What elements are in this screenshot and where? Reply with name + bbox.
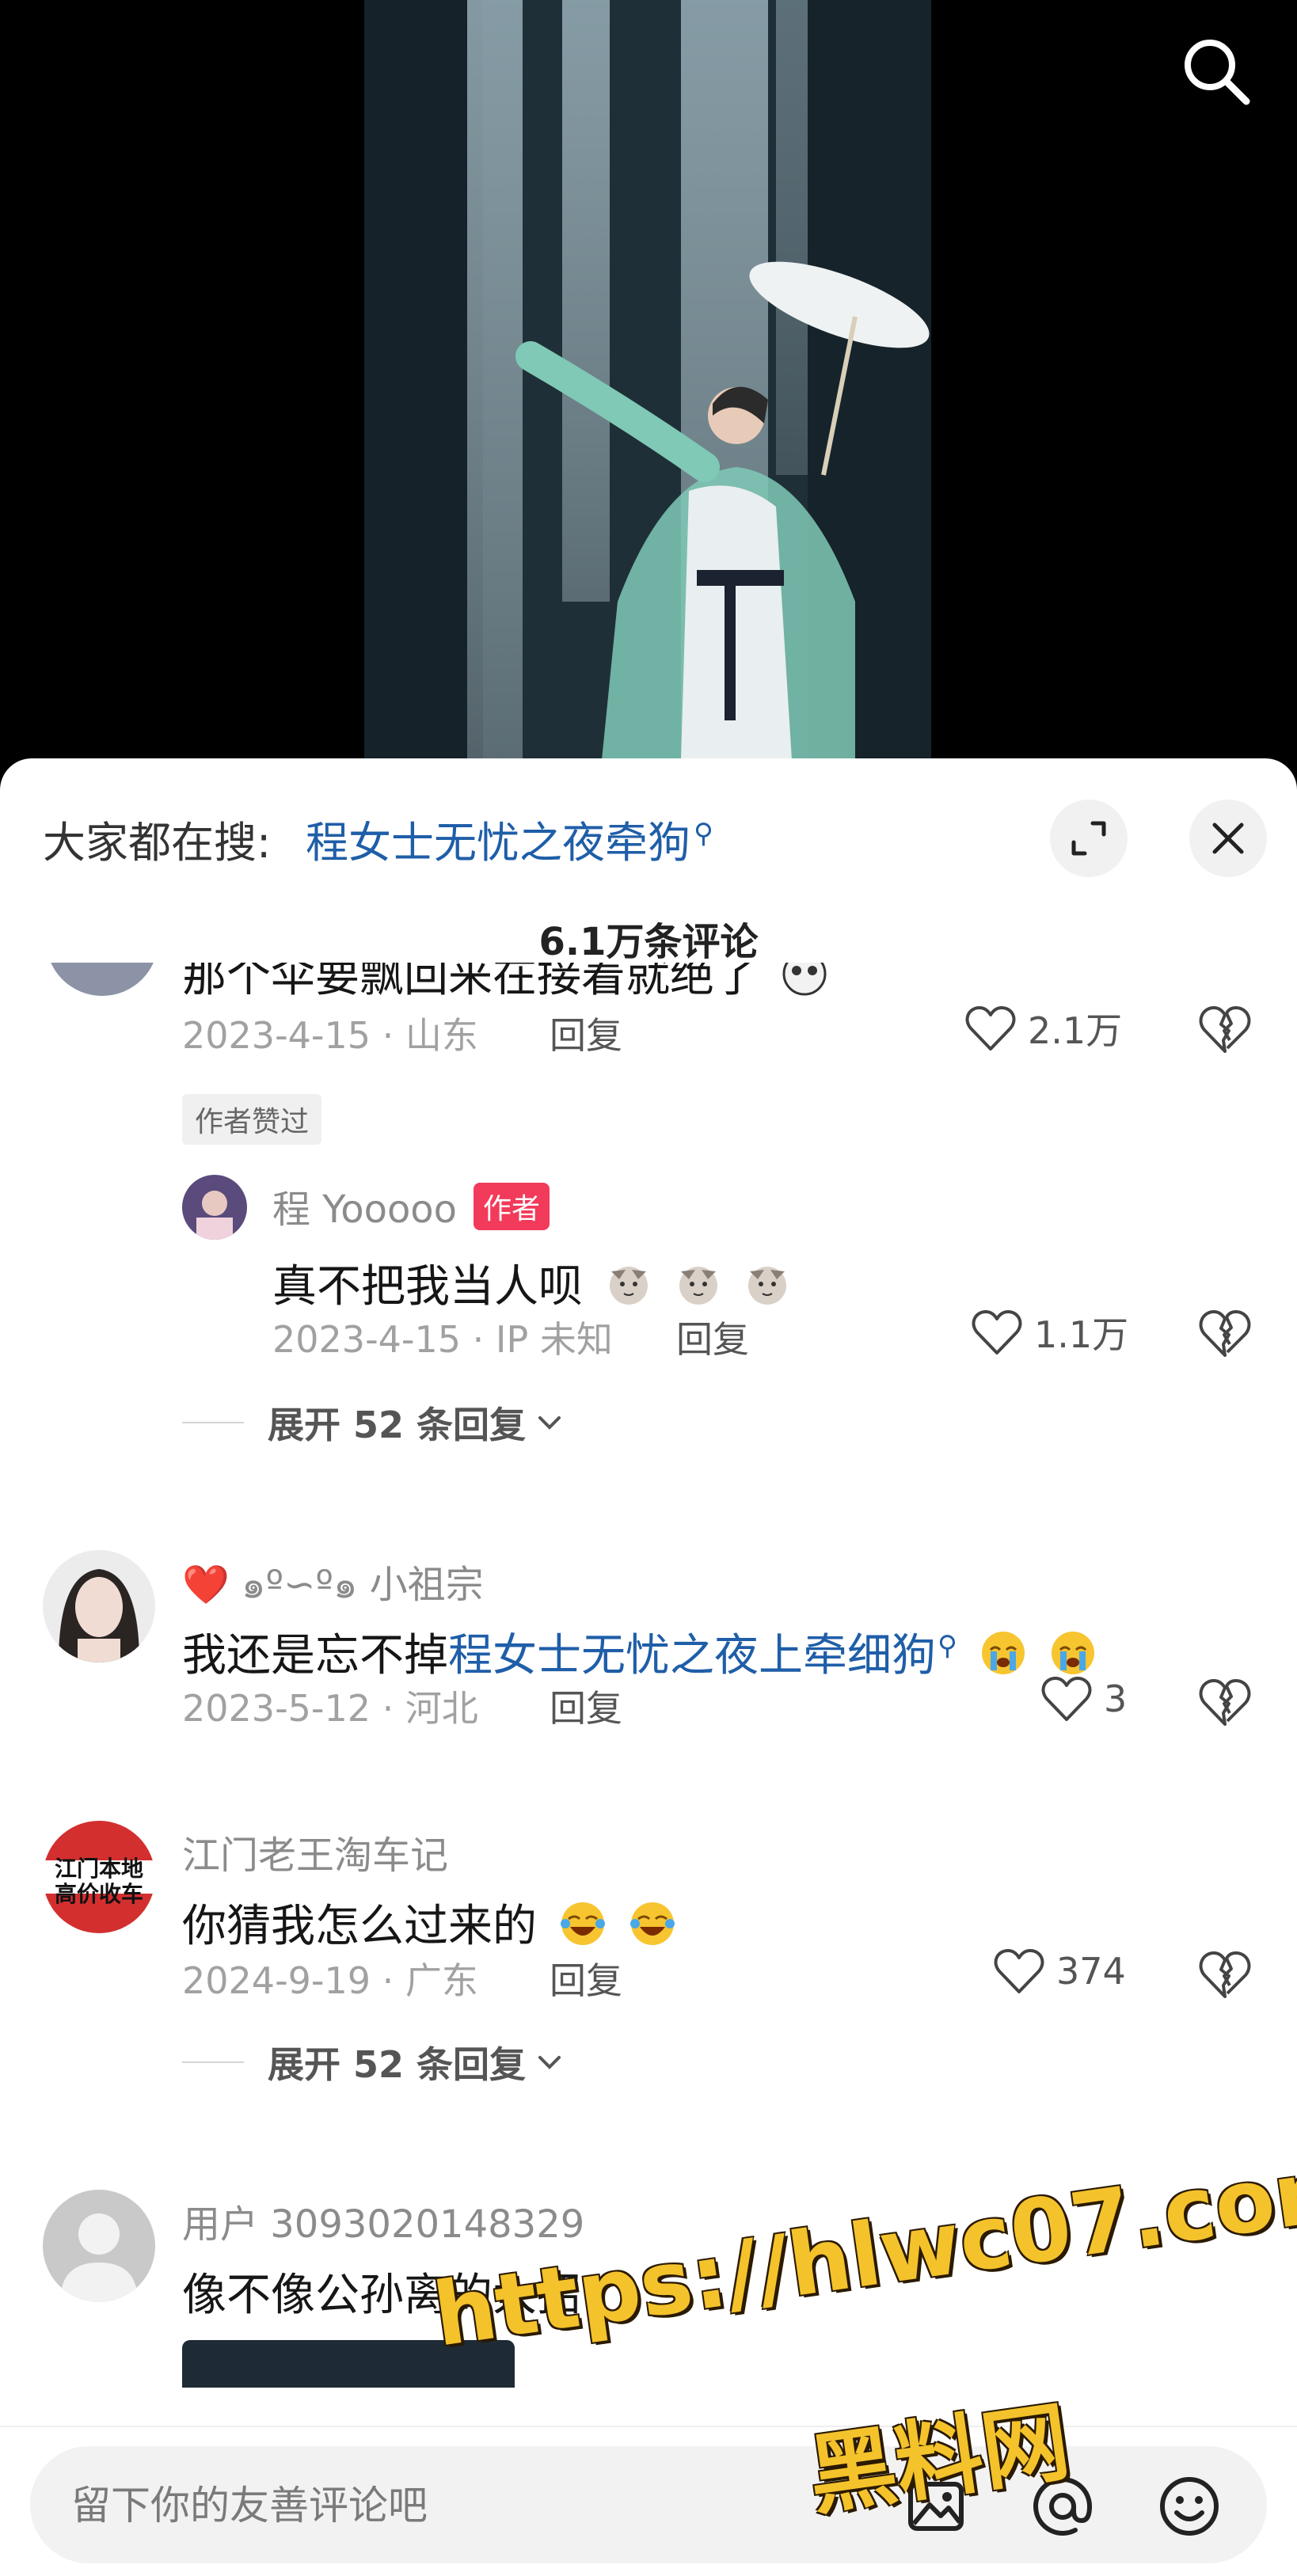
emoji-button[interactable] <box>1156 2473 1223 2540</box>
expand-replies-button[interactable]: 展开 52 条回复 <box>182 2036 564 2088</box>
avatar[interactable] <box>43 1550 155 1662</box>
cat-emoji-icon <box>609 1267 648 1305</box>
comment-text: 那个伞要飘回来在接着就绝了 <box>182 963 828 1005</box>
heart-icon <box>994 1949 1044 1993</box>
reply-text: 真不把我当人呗 <box>272 1251 791 1315</box>
dislike-button[interactable] <box>1197 1677 1253 1732</box>
comment-text-content: 我还是忘不掉 <box>182 1630 448 1681</box>
close-button[interactable] <box>1189 800 1267 877</box>
like-count: 2.1万 <box>1028 1009 1123 1052</box>
heart-icon <box>1041 1677 1092 1721</box>
search-button[interactable] <box>1177 32 1256 111</box>
dislike-button[interactable] <box>1197 1004 1253 1059</box>
broken-heart-icon <box>1199 1006 1251 1053</box>
reply-button[interactable]: 回复 <box>550 1007 622 1059</box>
broken-heart-icon <box>1199 1679 1251 1726</box>
avatar[interactable] <box>46 963 158 996</box>
cat-emoji-icon <box>748 1267 787 1305</box>
like-button[interactable]: 374 <box>993 1947 1126 1995</box>
comment-text: 你猜我怎么过来的 <box>182 1890 676 1955</box>
laugh-cry-emoji-icon <box>629 1902 675 1945</box>
comment-text-content: 那个伞要飘回来在接着就绝了 <box>182 963 759 1002</box>
like-button[interactable]: 1.1万 <box>971 1306 1128 1358</box>
reply-text-content: 真不把我当人呗 <box>272 1261 583 1313</box>
trending-query-link[interactable]: 程女士无忧之夜牵狗 ⚲ <box>306 807 713 870</box>
comment-text-content: 你猜我怎么过来的 <box>182 1901 537 1952</box>
dislike-button[interactable] <box>1197 1308 1253 1363</box>
cat-emoji-icon <box>679 1267 717 1305</box>
like-count: 374 <box>1056 1950 1126 1993</box>
expand-replies-button[interactable]: 展开 52 条回复 <box>182 1396 564 1449</box>
reply-button[interactable]: 回复 <box>676 1311 749 1363</box>
video-thumbnail <box>364 0 931 760</box>
crying-emoji-icon <box>1051 1632 1094 1674</box>
author-liked-badge: 作者赞过 <box>182 1094 322 1145</box>
comment-username[interactable]: 江门老王淘车记 <box>182 1824 448 1879</box>
expand-icon <box>1071 821 1106 856</box>
avatar[interactable] <box>182 1175 247 1240</box>
reply-button[interactable]: 回复 <box>550 1952 622 2004</box>
close-icon <box>1212 823 1244 854</box>
search-icon <box>1185 40 1250 105</box>
broken-heart-icon <box>1199 1951 1251 1998</box>
avatar-logo-text: 高价收车 <box>55 1881 143 1907</box>
comment-search-link[interactable]: 程女士无忧之夜上牵细狗⚲ <box>448 1630 957 1681</box>
expand-button[interactable] <box>1050 800 1128 877</box>
comment-date-location: 2024-9-19 · 广东 <box>182 1959 478 2002</box>
trending-query-text: 程女士无忧之夜牵狗 <box>306 818 690 868</box>
reply-button[interactable]: 回复 <box>550 1680 622 1732</box>
broken-heart-icon <box>1199 1310 1251 1357</box>
expand-replies-label: 展开 52 条回复 <box>268 2043 527 2086</box>
divider <box>182 2061 244 2063</box>
chevron-down-icon <box>538 2056 561 2069</box>
comment-username[interactable]: ❤️ ๑º∽º๑ 小祖宗 <box>182 1553 484 1615</box>
chevron-down-icon <box>538 1416 561 1430</box>
like-count: 1.1万 <box>1034 1313 1129 1356</box>
comment-count-title: 6.1万条评论 <box>538 920 759 964</box>
avatar[interactable]: 江门本地 高价收车 <box>43 1821 155 1933</box>
heart-icon <box>965 1006 1016 1051</box>
like-count: 3 <box>1104 1677 1128 1720</box>
avatar[interactable] <box>43 2190 155 2302</box>
laugh-cry-emoji-icon <box>560 1902 605 1945</box>
dislike-button[interactable] <box>1197 1949 1253 2004</box>
comment-username[interactable]: 用户 3093020148329 <box>182 2193 584 2248</box>
author-tag: 作者 <box>474 1183 550 1230</box>
expand-replies-label: 展开 52 条回复 <box>268 1404 527 1446</box>
video-frame[interactable] <box>364 0 931 760</box>
video-player[interactable] <box>0 0 1297 784</box>
comment-input[interactable] <box>70 2446 865 2565</box>
emoji-icon <box>1160 2477 1219 2536</box>
comment-input-bar <box>30 2446 1267 2565</box>
reply-username[interactable]: 程 Yooooo <box>272 1178 457 1233</box>
search-small-icon: ⚲ <box>694 818 713 849</box>
search-small-icon: ⚲ <box>938 1630 957 1662</box>
like-button[interactable]: 2.1万 <box>964 1002 1122 1054</box>
comment-text: 我还是忘不掉程女士无忧之夜上牵细狗⚲ <box>182 1620 1097 1684</box>
like-button[interactable]: 3 <box>1040 1675 1127 1723</box>
default-avatar-icon <box>43 2190 155 2302</box>
comment-search-link-text: 程女士无忧之夜上牵细狗 <box>448 1630 936 1681</box>
comment-date-location: 2023-5-12 · 河北 <box>182 1687 478 1730</box>
comment-sheet-header: 大家都在搜: 程女士无忧之夜牵狗 ⚲ 6.1万条评论 <box>0 758 1297 964</box>
divider <box>182 1422 244 1423</box>
crying-emoji-icon <box>981 1632 1025 1674</box>
reply-date-location: 2023-4-15 · IP 未知 <box>272 1318 613 1361</box>
trending-label: 大家都在搜: <box>43 818 272 868</box>
heart-icon <box>972 1310 1022 1354</box>
comment-date-location: 2023-4-15 · 山东 <box>182 1014 478 1057</box>
avatar-logo-text: 江门本地 <box>55 1856 143 1882</box>
panda-emoji-icon <box>782 963 827 996</box>
